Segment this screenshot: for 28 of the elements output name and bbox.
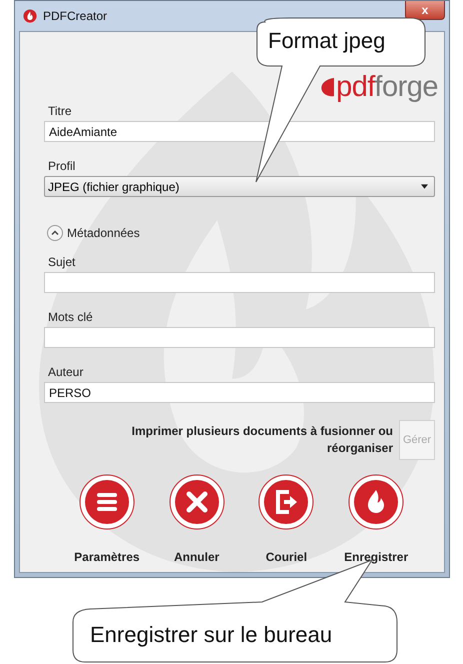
action-label: Enregistrer	[344, 550, 408, 564]
field-label: Auteur	[48, 365, 84, 379]
callout-text: Format jpeg	[268, 28, 386, 54]
merge-description: Imprimer plusieurs documents à fusionner ou réorganiser	[130, 423, 393, 457]
settings-button[interactable]	[78, 474, 135, 530]
action-label: Paramètres	[74, 550, 140, 564]
caret-icon	[421, 184, 428, 189]
input-field[interactable]: PERSO	[44, 382, 435, 403]
input-field[interactable]: AideAmiante	[44, 121, 435, 142]
section-label: Métadonnées	[67, 226, 140, 240]
flame-icon	[23, 9, 37, 23]
action-label: Annuler	[174, 550, 220, 564]
callout-text: Enregistrer sur le bureau	[90, 622, 332, 648]
window-title: PDFCreator	[43, 9, 108, 23]
action-label: Couriel	[266, 550, 308, 564]
save-button[interactable]	[348, 474, 404, 530]
pdfforge-logo: pdfforge	[320, 70, 438, 104]
field-label: Profil	[48, 159, 76, 173]
cancel-button[interactable]	[168, 474, 225, 530]
input-field[interactable]	[44, 272, 435, 293]
field-label: Sujet	[48, 255, 76, 269]
field-label: Mots clé	[48, 310, 93, 324]
close-button[interactable]: x	[405, 1, 445, 20]
collapse-button[interactable]	[47, 225, 63, 241]
email-button[interactable]	[258, 474, 314, 530]
field-label: Titre	[48, 104, 72, 118]
profile-dropdown[interactable]: JPEG (fichier graphique)	[44, 176, 435, 197]
input-field[interactable]	[44, 327, 435, 348]
